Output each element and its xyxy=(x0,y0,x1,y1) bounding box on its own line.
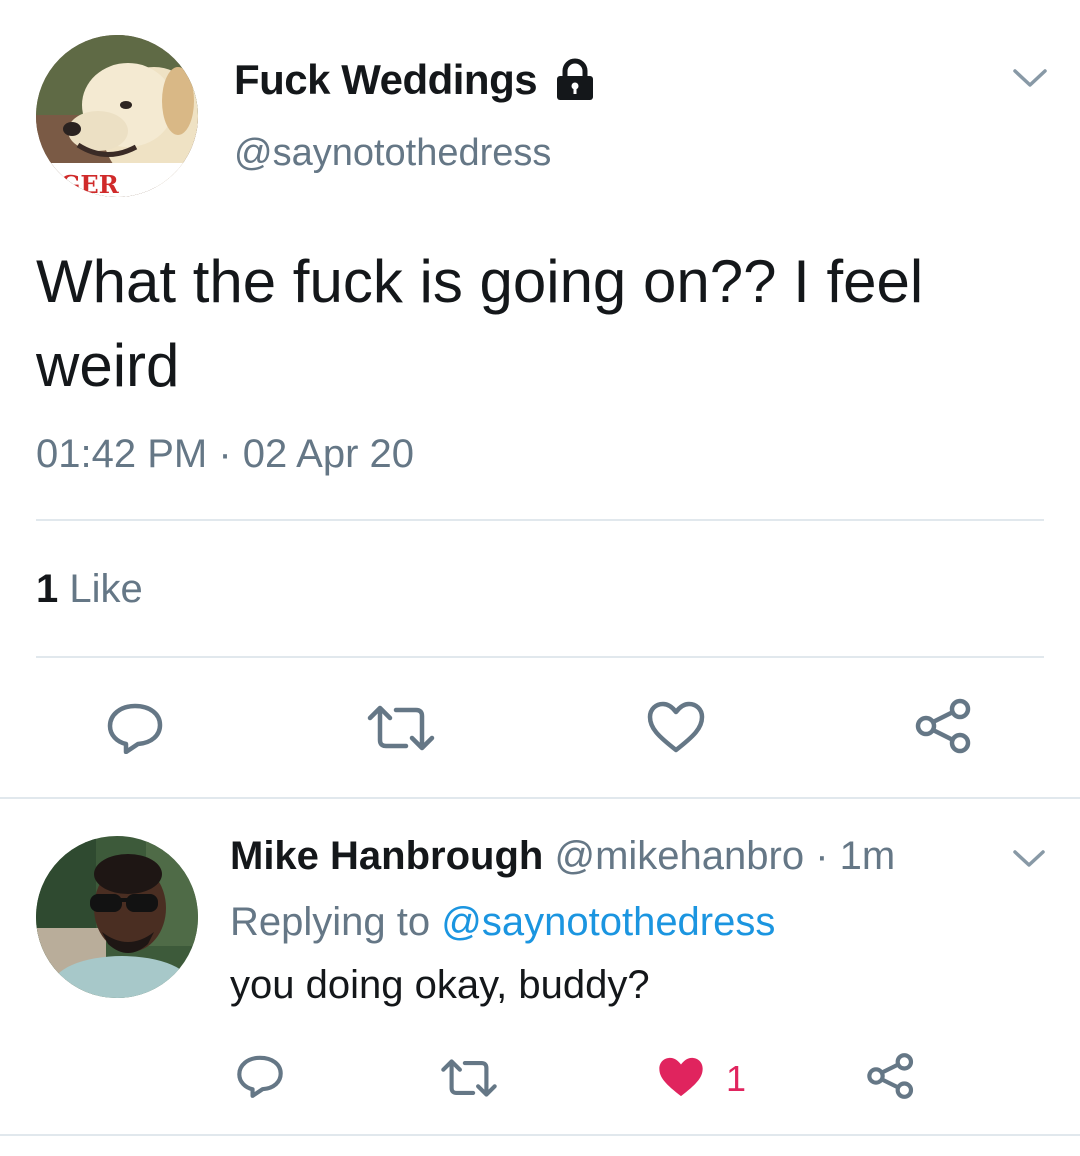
tweet-text-line-1: What the fuck is going on?? I feel xyxy=(36,248,924,315)
reply-handle[interactable]: @mikehanbro xyxy=(554,834,804,878)
section-divider xyxy=(0,1134,1080,1136)
reply-like-count: 1 xyxy=(726,1058,747,1099)
chevron-down-icon[interactable] xyxy=(1012,66,1048,90)
author-handle[interactable]: @saynotothedress xyxy=(234,132,551,175)
retweet-icon[interactable] xyxy=(440,1058,498,1098)
avatar-caption: NGER xyxy=(38,170,120,197)
reply-header: Mike Hanbrough @mikehanbro · 1m xyxy=(230,834,895,879)
like-filled-icon[interactable] xyxy=(656,1054,706,1100)
like-icon[interactable] xyxy=(646,700,706,754)
replying-prefix: Replying to xyxy=(230,900,431,944)
reply-time: · 1m xyxy=(815,834,896,878)
tweet-timestamp: 01:42 PM · 02 Apr 20 xyxy=(36,432,415,476)
person-avatar-image xyxy=(36,836,198,998)
share-icon[interactable] xyxy=(866,1052,916,1100)
reply-display-name[interactable]: Mike Hanbrough xyxy=(230,834,543,878)
share-icon[interactable] xyxy=(914,698,974,754)
divider xyxy=(36,656,1044,658)
dog-avatar-image: NGER xyxy=(36,35,198,197)
author-display-name[interactable]: Fuck Weddings xyxy=(234,56,538,104)
reply-author-avatar[interactable] xyxy=(36,836,198,998)
replying-to-link[interactable]: @saynotothedress xyxy=(441,900,775,944)
lock-icon xyxy=(553,58,597,102)
retweet-icon[interactable] xyxy=(366,704,436,752)
reply-icon[interactable] xyxy=(236,1054,284,1098)
likes-count: 1 xyxy=(36,567,59,611)
divider xyxy=(36,519,1044,521)
chevron-down-icon[interactable] xyxy=(1012,848,1046,870)
section-divider xyxy=(0,797,1080,799)
tweet-text-line-2: weird xyxy=(36,332,180,399)
author-avatar[interactable]: NGER xyxy=(36,35,198,197)
reply-text: you doing okay, buddy? xyxy=(230,963,650,1007)
reply-icon[interactable] xyxy=(106,702,164,754)
replying-to-line: Replying to @saynotothedress xyxy=(230,900,775,945)
likes-label: Like xyxy=(69,567,143,611)
likes-summary[interactable]: 1 Like xyxy=(36,567,143,612)
like-heart-shape xyxy=(659,1057,703,1097)
